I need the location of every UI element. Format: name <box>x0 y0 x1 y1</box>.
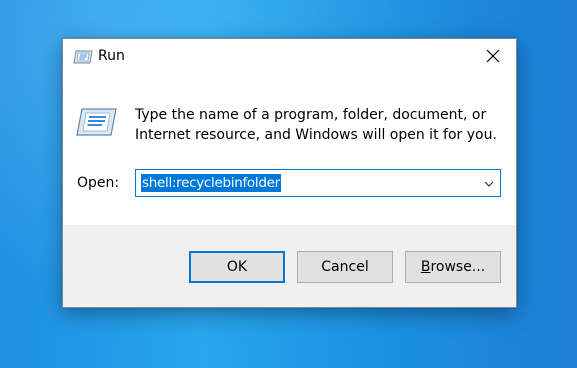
ok-button[interactable]: OK <box>189 251 285 283</box>
browse-button[interactable]: Browse... <box>405 251 501 283</box>
close-icon <box>486 48 500 67</box>
dialog-title: Run <box>98 48 125 64</box>
title-bar[interactable]: Run <box>63 39 516 75</box>
open-label-text: Open: <box>77 175 120 191</box>
open-input[interactable]: shell:recyclebinfolder <box>141 174 281 192</box>
run-icon <box>75 107 117 137</box>
cancel-button[interactable]: Cancel <box>297 251 393 283</box>
close-button[interactable] <box>470 39 516 75</box>
run-description: Type the name of a program, folder, docu… <box>135 107 497 143</box>
run-icon <box>73 49 93 65</box>
cancel-button-label: Cancel <box>321 259 369 275</box>
dialog-footer: OK Cancel Browse... <box>63 225 516 307</box>
browse-button-label: Browse... <box>420 259 486 275</box>
open-combobox[interactable]: shell:recyclebinfolder <box>135 169 501 197</box>
run-dialog: Run Type the name of a program, folder, … <box>62 38 517 308</box>
chevron-down-icon[interactable] <box>482 176 496 190</box>
ok-button-label: OK <box>226 259 248 275</box>
open-label: Open: <box>77 175 119 191</box>
dialog-content: Type the name of a program, folder, docu… <box>63 75 516 225</box>
